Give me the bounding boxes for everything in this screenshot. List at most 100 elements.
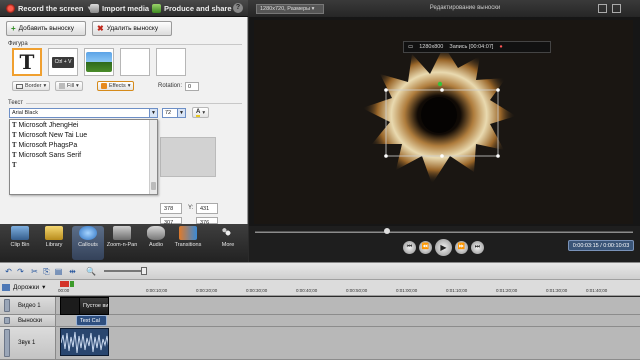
- rewind-button[interactable]: ⏪: [419, 241, 432, 254]
- font-list-scrollbar[interactable]: [149, 120, 157, 194]
- position-y-input[interactable]: 431: [196, 203, 218, 214]
- position-x-input[interactable]: 378: [160, 203, 182, 214]
- rotation-label: Rotation:: [158, 83, 183, 89]
- tab-zoom-n-pan[interactable]: Zoom-n-Pan: [106, 226, 138, 260]
- playhead-green-marker[interactable]: [70, 281, 74, 287]
- height-input[interactable]: 376: [196, 217, 218, 226]
- track-lock-bar[interactable]: [4, 329, 10, 357]
- tab-more[interactable]: More: [212, 226, 244, 260]
- shape-empty-1[interactable]: [120, 48, 150, 76]
- position-y-label: Y:: [188, 205, 194, 211]
- track-lock-bar[interactable]: [4, 317, 10, 324]
- ruler-tick: 0:01:30;00: [546, 288, 568, 293]
- font-option[interactable]: T Microsoft JhengHei: [12, 120, 78, 130]
- shape-text[interactable]: T: [12, 48, 42, 76]
- shape-keystroke[interactable]: Ctrl + V: [48, 48, 78, 76]
- split-icon[interactable]: ⇹: [68, 267, 77, 276]
- time-display: 0:00:03:15 / 0:00:10:03: [568, 240, 634, 251]
- chevron-down-icon: ▾: [76, 83, 79, 89]
- tab-callouts[interactable]: Callouts: [72, 226, 104, 260]
- preview-title: Редактирование выноски: [429, 5, 501, 11]
- delete-icon: ✖: [97, 24, 104, 33]
- width-input[interactable]: 307: [160, 217, 182, 226]
- font-size-select[interactable]: 72 ▼: [162, 108, 186, 118]
- preview-seekbar[interactable]: [249, 226, 640, 238]
- ruler-tick: 0:00:10;00: [146, 288, 168, 293]
- record-screen-button[interactable]: Record the screen ▼: [6, 3, 92, 14]
- font-option[interactable]: T: [12, 160, 16, 170]
- chevron-down-icon[interactable]: ▼: [177, 109, 185, 117]
- play-button[interactable]: ▶: [435, 239, 452, 256]
- ruler-tick: 00:00: [58, 288, 70, 293]
- previous-clip-button[interactable]: ⏮: [403, 241, 416, 254]
- next-clip-button[interactable]: ⏭: [471, 241, 484, 254]
- tab-clip-bin[interactable]: Clip Bin: [4, 226, 36, 260]
- shape-image[interactable]: [84, 48, 114, 76]
- add-callout-button[interactable]: + Добавить выноску: [6, 21, 86, 36]
- monitor-icon: ▭: [408, 44, 414, 50]
- task-tabs: Clip Bin Library Callouts Zoom-n-Pan Aud…: [0, 224, 248, 262]
- shape-empty-2[interactable]: [156, 48, 186, 76]
- video-clip[interactable]: Пустое ви: [79, 297, 109, 315]
- seek-handle[interactable]: [384, 228, 390, 234]
- chevron-down-icon: ▾: [43, 83, 47, 89]
- recording-toolbar: ▭ 1280x800 Запись [00:04:07] ●: [403, 41, 551, 53]
- truetype-icon: T: [12, 161, 17, 169]
- tab-transitions[interactable]: Transitions: [172, 226, 204, 260]
- font-option[interactable]: T Microsoft New Tai Lue: [12, 130, 87, 140]
- produce-share-button[interactable]: Produce and share ▼: [152, 3, 240, 14]
- border-dropdown[interactable]: Border ▾: [12, 81, 51, 91]
- zoom-out-icon[interactable]: 🔍: [86, 267, 96, 276]
- font-color-button[interactable]: A ▾: [192, 107, 210, 118]
- resolution-select[interactable]: 1280x720, Размеры ▾: [256, 4, 324, 14]
- tracks-icon: [2, 283, 10, 291]
- ruler-tick: 0:01:00;00: [396, 288, 418, 293]
- audio-clip[interactable]: [60, 328, 109, 356]
- track-label[interactable]: Звук 1: [0, 327, 56, 359]
- redo-icon[interactable]: ↷: [16, 267, 25, 276]
- fast-forward-button[interactable]: ⏩: [455, 241, 468, 254]
- font-option[interactable]: T Microsoft Sans Serif: [12, 150, 81, 160]
- effects-dropdown[interactable]: Effects ▾: [97, 81, 135, 91]
- timeline-ruler[interactable]: 00:00 0:00:10;00 0:00:20;00 0:00:30;00 0…: [56, 288, 640, 296]
- fullscreen-icon[interactable]: [612, 4, 621, 13]
- rotation-input[interactable]: 0: [185, 82, 199, 91]
- ruler-tick: 0:00:20;00: [196, 288, 218, 293]
- callout-clip[interactable]: Text Cal: [76, 315, 107, 326]
- ruler-tick: 0:00:40;00: [296, 288, 318, 293]
- font-family-select[interactable]: Arial Black ▼: [9, 108, 158, 118]
- chevron-down-icon[interactable]: ▼: [149, 109, 157, 117]
- chevron-down-icon: ▾: [127, 83, 131, 89]
- ruler-tick: 0:00:50;00: [346, 288, 368, 293]
- more-icon: [219, 226, 237, 240]
- help-button[interactable]: ?: [233, 3, 243, 13]
- font-option[interactable]: T Microsoft PhagsPa: [12, 140, 77, 150]
- record-icon: [6, 4, 15, 13]
- timeline-toolbar: ↶ ↷ ✂ ⎘ ▤ ⇹ 🔍: [0, 262, 640, 280]
- import-media-button[interactable]: Import media: [90, 3, 149, 14]
- delete-callout-button[interactable]: ✖ Удалить выноску: [92, 21, 172, 36]
- folder-icon: [45, 226, 63, 240]
- playhead-marker[interactable]: [60, 281, 69, 287]
- copy-icon[interactable]: ⎘: [42, 267, 51, 276]
- fill-dropdown[interactable]: Fill ▾: [55, 81, 83, 91]
- cut-icon[interactable]: ✂: [30, 267, 39, 276]
- tracks-dropdown[interactable]: Дорожки ▾: [2, 283, 45, 291]
- timeline-zoom-slider[interactable]: [104, 270, 146, 272]
- track-label[interactable]: Выноски: [0, 315, 56, 326]
- track-lock-bar[interactable]: [4, 299, 10, 312]
- truetype-icon: T: [12, 141, 17, 149]
- zoom-slider-handle[interactable]: [141, 267, 147, 275]
- tab-audio[interactable]: Audio: [140, 226, 172, 260]
- paste-icon[interactable]: ▤: [54, 267, 63, 276]
- track-label[interactable]: Видео 1: [0, 297, 56, 314]
- ruler-tick: 0:01:40;00: [586, 288, 608, 293]
- fill-icon: [59, 83, 65, 89]
- keystroke-icon: Ctrl + V: [52, 56, 74, 68]
- scrollbar-thumb[interactable]: [151, 182, 156, 190]
- divider: [26, 103, 242, 104]
- detach-icon[interactable]: [598, 4, 607, 13]
- seek-track: [255, 231, 633, 233]
- tab-library[interactable]: Library: [38, 226, 70, 260]
- undo-icon[interactable]: ↶: [4, 267, 13, 276]
